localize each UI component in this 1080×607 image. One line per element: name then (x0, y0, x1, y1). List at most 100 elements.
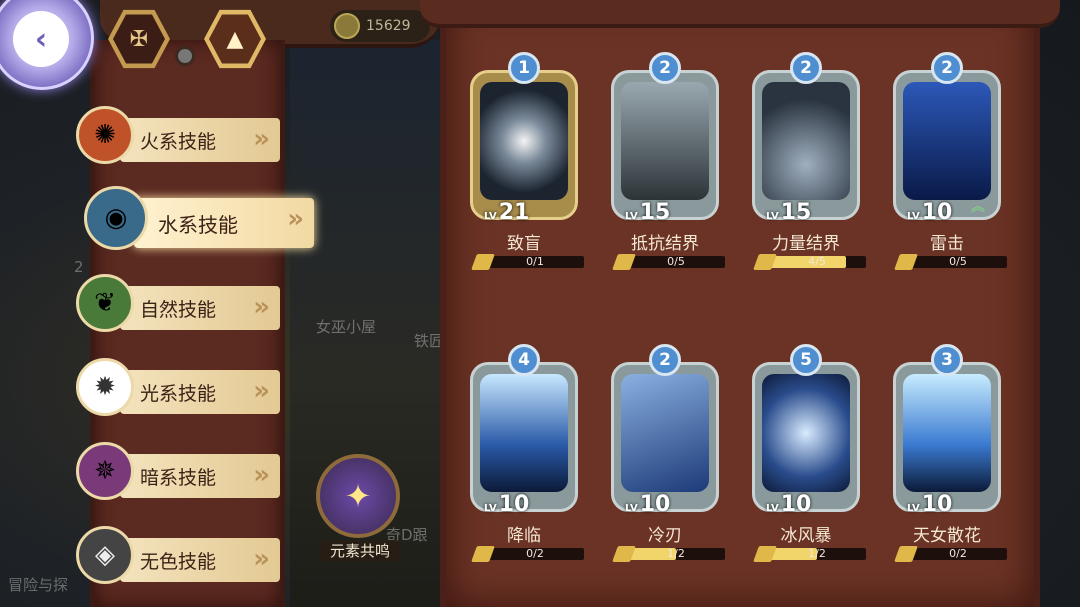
chevron-right-icon: » (253, 376, 270, 406)
skill-card[interactable]: 2 LV10 冷刃 1/2 (611, 344, 725, 562)
skill-level-value: 15 (780, 200, 812, 225)
progress-text: 0/1 (526, 255, 544, 268)
skill-art (903, 82, 991, 200)
skill-card[interactable]: 5 LV10 冰风暴 1/2 (752, 344, 866, 562)
sword-icon: ✠ (113, 14, 165, 64)
skill-card-frame: 4 LV10 (470, 344, 578, 517)
skill-level-value: 10 (498, 492, 530, 517)
category-label: 光系技能 (140, 382, 217, 405)
skill-rank-badge: 5 (790, 344, 822, 376)
gold-amount: 15629 (366, 18, 411, 34)
skill-art (621, 374, 709, 492)
skill-level: LV15 (766, 200, 811, 225)
skill-art (480, 82, 568, 200)
skill-level: LV10 (907, 492, 952, 517)
skill-art (762, 374, 850, 492)
skill-card[interactable]: 4 LV10 降临 0/2 (470, 344, 584, 562)
skill-progress: 1/2 (612, 546, 725, 562)
level-prefix: LV (625, 211, 638, 222)
skill-card-frame: 2 LV10 (611, 344, 719, 517)
skill-rank-badge: 2 (649, 344, 681, 376)
skill-card-frame: 5 LV10 (752, 344, 860, 517)
category-dark[interactable]: ✵ 暗系技能 » (76, 442, 282, 500)
skill-level: LV21 (484, 200, 529, 225)
skill-level-value: 21 (498, 200, 530, 225)
skill-art (903, 374, 991, 492)
element-resonance-button[interactable]: ✦ (316, 454, 400, 538)
progress-text: 0/2 (949, 547, 967, 560)
level-prefix: LV (766, 211, 779, 222)
skill-progress: 1/2 (753, 546, 866, 562)
level-prefix: LV (625, 503, 638, 514)
star-icon: ✦ (344, 477, 372, 515)
sun-icon: ✹ (76, 358, 134, 416)
skill-name: 降临 (507, 526, 541, 546)
skill-level-value: 10 (780, 492, 812, 517)
triangle-element-icon: ▲ (209, 14, 261, 64)
skill-progress: 0/2 (894, 546, 1007, 562)
skill-name: 致盲 (507, 234, 541, 254)
progress-text: 1/2 (808, 547, 826, 560)
skill-progress: 4/5 (753, 254, 866, 270)
chevron-right-icon: » (253, 460, 270, 490)
level-prefix: LV (484, 211, 497, 222)
skill-level: LV10 (484, 492, 529, 517)
skill-name: 抵抗结界 (631, 234, 699, 254)
skill-card-frame: 1 LV21 (470, 52, 578, 225)
category-colorless[interactable]: ◈ 无色技能 » (76, 526, 282, 584)
category-water[interactable]: ◉ 水系技能 » (84, 186, 316, 250)
skill-art (621, 82, 709, 200)
bg-label-adventure: 冒险与探 (8, 576, 69, 594)
category-fire[interactable]: ✺ 火系技能 » (76, 106, 282, 164)
tab-indicator (175, 46, 195, 66)
skill-art (762, 82, 850, 200)
skill-progress: 0/5 (894, 254, 1007, 270)
skill-rank-badge: 3 (931, 344, 963, 376)
skill-card[interactable]: 2 LV10 ︽ 雷击 0/5 (893, 52, 1007, 270)
chevron-right-icon: » (287, 204, 304, 234)
chevron-right-icon: » (253, 124, 270, 154)
skill-rank-badge: 2 (790, 52, 822, 84)
skill-card[interactable]: 1 LV21 致盲 0/1 (470, 52, 584, 270)
category-light[interactable]: ✹ 光系技能 » (76, 358, 282, 416)
skill-card-frame: 2 LV10 ︽ (893, 52, 1001, 225)
progress-text: 0/2 (526, 547, 544, 560)
skill-level-value: 15 (639, 200, 671, 225)
skill-level: LV10 (766, 492, 811, 517)
skill-card-frame: 2 LV15 (611, 52, 719, 225)
skill-card[interactable]: 2 LV15 抵抗结界 0/5 (611, 52, 725, 270)
level-prefix: LV (766, 503, 779, 514)
skill-card[interactable]: 2 LV15 力量结界 4/5 (752, 52, 866, 270)
skill-progress: 0/5 (612, 254, 725, 270)
skill-level: LV10 (625, 492, 670, 517)
skill-rank-badge: 2 (931, 52, 963, 84)
skill-name: 天女散花 (913, 526, 981, 546)
progress-text: 0/5 (667, 255, 685, 268)
skill-progress: 0/2 (471, 546, 584, 562)
gold-counter: 15629 (330, 10, 430, 42)
skill-name: 冷刃 (648, 526, 682, 546)
chevron-right-icon: » (253, 292, 270, 322)
coin-icon (334, 13, 360, 39)
category-label: 自然技能 (140, 298, 217, 321)
skill-level-value: 10 (921, 492, 953, 517)
upgrade-arrow-icon: ︽ (971, 199, 985, 215)
skill-card-frame: 3 LV10 (893, 344, 1001, 517)
back-arrow-icon: ‹ (13, 11, 69, 67)
skill-rank-badge: 2 (649, 52, 681, 84)
category-label: 无色技能 (140, 550, 217, 573)
category-nature[interactable]: ❦ 自然技能 » (76, 274, 282, 332)
progress-text: 0/5 (949, 255, 967, 268)
diamond-icon: ◈ (76, 526, 134, 584)
leaf-icon: ❦ (76, 274, 134, 332)
skill-panel-header (420, 0, 1060, 28)
skill-art (480, 374, 568, 492)
water-icon: ◉ (84, 186, 148, 250)
category-label: 水系技能 (158, 212, 238, 237)
skill-card-frame: 2 LV15 (752, 52, 860, 225)
level-prefix: LV (484, 503, 497, 514)
skill-name: 雷击 (930, 234, 964, 254)
dark-swirl-icon: ✵ (76, 442, 134, 500)
skill-level: LV10 (907, 200, 952, 225)
skill-card[interactable]: 3 LV10 天女散花 0/2 (893, 344, 1007, 562)
